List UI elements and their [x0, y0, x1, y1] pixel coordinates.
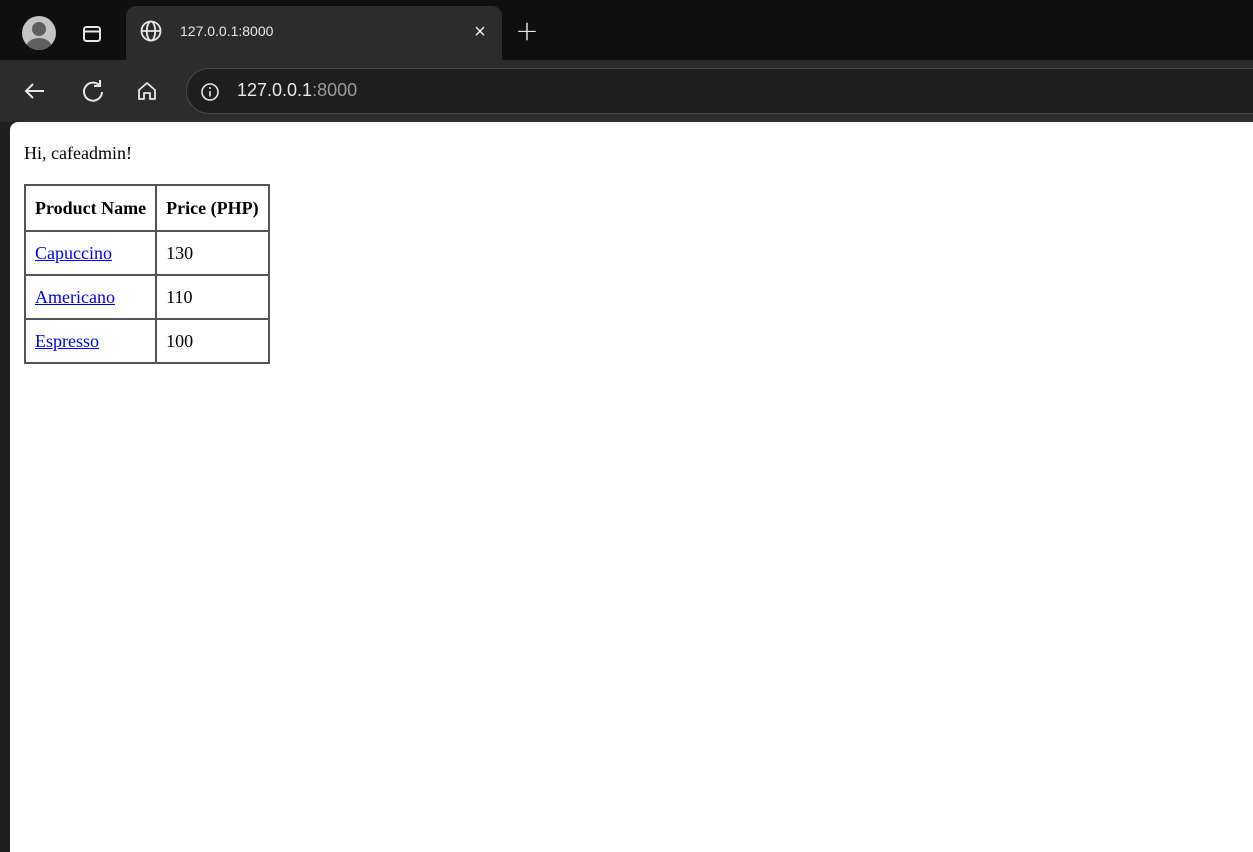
browser-window: 127.0.0.1:8000 × + 127.0.0.1:8000 Hi, ca…: [0, 0, 1253, 852]
url-port: :8000: [312, 80, 358, 100]
table-header-row: Product Name Price (PHP): [25, 185, 269, 231]
reload-icon[interactable]: [78, 76, 108, 106]
tab-strip: 127.0.0.1:8000 × +: [0, 0, 1253, 60]
column-header-product-name: Product Name: [25, 185, 157, 231]
table-row: Espresso 100: [25, 319, 269, 363]
table-row: Americano 110: [25, 275, 269, 319]
tab-close-icon[interactable]: ×: [468, 20, 492, 44]
globe-icon: [138, 18, 164, 44]
product-name-cell: Americano: [25, 275, 157, 319]
address-bar[interactable]: 127.0.0.1:8000: [186, 68, 1253, 114]
product-name-cell: Espresso: [25, 319, 157, 363]
table-row: Capuccino 130: [25, 231, 269, 275]
column-header-price: Price (PHP): [156, 185, 269, 231]
product-link-capuccino[interactable]: Capuccino: [35, 243, 112, 263]
page-content: Hi, cafeadmin! Product Name Price (PHP) …: [10, 122, 1253, 364]
site-info-icon[interactable]: [199, 81, 221, 103]
url-text: 127.0.0.1:8000: [237, 80, 357, 101]
product-link-americano[interactable]: Americano: [35, 287, 115, 307]
url-host: 127.0.0.1: [237, 80, 313, 100]
product-price-cell: 110: [156, 275, 269, 319]
product-price-cell: 100: [156, 319, 269, 363]
greeting-text: Hi, cafeadmin!: [24, 143, 132, 163]
products-table: Product Name Price (PHP) Capuccino 130 A…: [24, 184, 270, 364]
new-tab-button[interactable]: +: [512, 16, 542, 46]
tab-actions-icon[interactable]: [80, 22, 104, 46]
page-viewport: Hi, cafeadmin! Product Name Price (PHP) …: [10, 122, 1253, 852]
toolbar: 127.0.0.1:8000: [0, 60, 1253, 122]
product-name-cell: Capuccino: [25, 231, 157, 275]
profile-avatar-icon[interactable]: [22, 16, 56, 50]
product-link-espresso[interactable]: Espresso: [35, 331, 99, 351]
tab-active[interactable]: 127.0.0.1:8000 ×: [126, 6, 502, 60]
product-price-cell: 130: [156, 231, 269, 275]
home-icon[interactable]: [132, 76, 162, 106]
tab-title: 127.0.0.1:8000: [180, 23, 274, 39]
back-arrow-icon[interactable]: [20, 76, 50, 106]
